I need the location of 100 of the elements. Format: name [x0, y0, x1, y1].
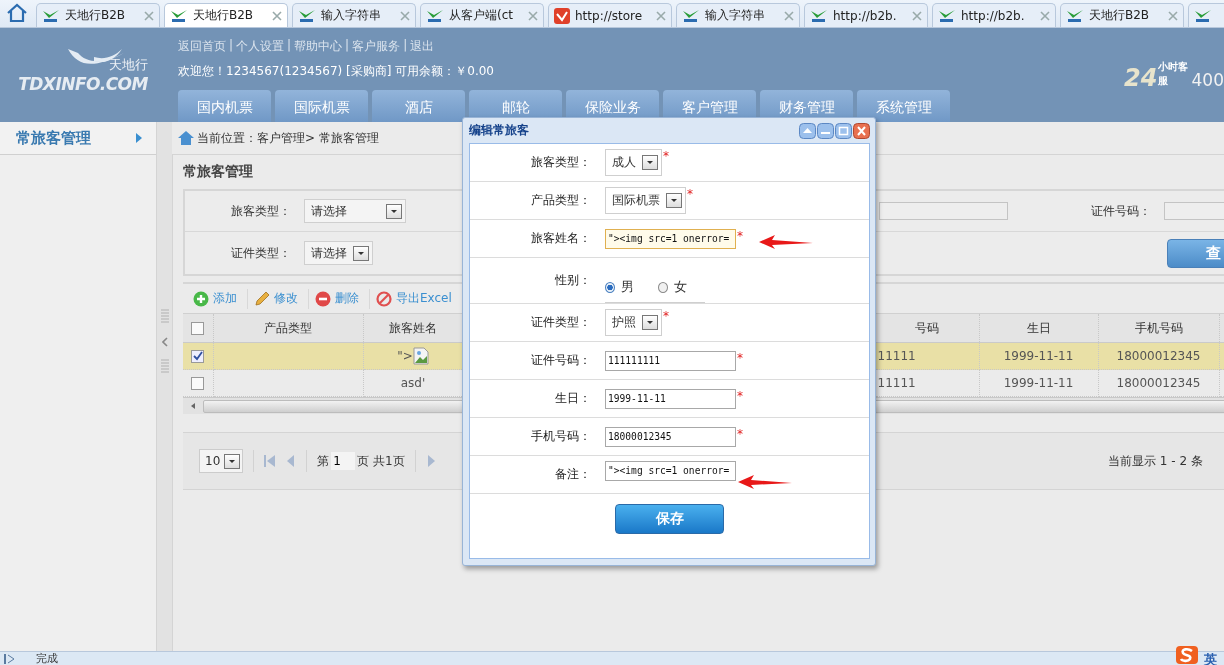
field-label: 旅客类型： — [530, 154, 592, 171]
browser-tab[interactable]: 天地行B2B — [36, 3, 160, 27]
field-label: 证件号码： — [1090, 202, 1152, 220]
select-field[interactable]: 护照 — [605, 309, 662, 336]
scroll-left-icon[interactable] — [189, 402, 197, 410]
table-cell: 1999-11-11 — [979, 369, 1098, 397]
hotline-mark: 24 — [1124, 66, 1158, 90]
close-icon[interactable] — [853, 122, 870, 139]
first-page-icon[interactable] — [264, 454, 277, 468]
link-separator: | — [287, 38, 292, 54]
passenger-type-select[interactable]: 请选择 — [304, 199, 406, 223]
page-size-select[interactable]: 10 — [199, 449, 244, 473]
required-mark: * — [663, 149, 669, 163]
plus-icon — [193, 290, 209, 307]
home-icon — [178, 131, 194, 145]
field-label: 生日： — [554, 390, 592, 407]
input-field[interactable]: "><img src=1 onerror= — [605, 460, 736, 481]
column-header[interactable]: 生日 — [979, 314, 1098, 343]
row-checkbox[interactable] — [191, 350, 205, 363]
sidebar-item-label: 常旅客管理 — [16, 128, 91, 148]
browser-tab[interactable]: 天地行B2B — [1060, 3, 1184, 27]
page-summary: 当前显示 1 - 2 条 — [1108, 452, 1203, 470]
field-label: 手机号码： — [530, 428, 592, 445]
field-label: 产品类型： — [530, 192, 592, 209]
input-field[interactable]: 111111111 — [605, 350, 736, 371]
field-label: 性别： — [554, 272, 592, 289]
page-status-icon — [4, 653, 16, 664]
prohibited-icon — [376, 290, 392, 307]
browser-tab[interactable]: http://store — [548, 3, 672, 27]
grip-icon — [160, 308, 169, 325]
field-label: 备注： — [554, 466, 592, 483]
field-label: 旅客姓名： — [530, 230, 592, 247]
triangle-icon — [136, 133, 142, 143]
column-header[interactable]: 旅客姓名 — [363, 314, 463, 343]
field-label: 证件类型： — [530, 314, 592, 331]
id-number-field[interactable] — [1164, 202, 1224, 220]
home-icon[interactable] — [6, 3, 28, 23]
browser-tab[interactable]: http://b2b. — [932, 3, 1056, 27]
browser-tab[interactable]: http://b2b. — [804, 3, 928, 27]
link-separator: | — [403, 38, 408, 54]
input-field[interactable]: 18000012345 — [605, 426, 736, 447]
maximize-icon[interactable] — [835, 122, 852, 139]
table-cell: asd' — [400, 376, 426, 390]
collapse-icon[interactable] — [161, 336, 168, 347]
field-label: 旅客类型： — [230, 202, 292, 220]
required-mark: * — [737, 388, 743, 403]
required-mark: * — [687, 187, 693, 201]
table-cell: 11111 — [875, 342, 979, 370]
bird-logo-icon — [810, 8, 828, 23]
radio-button[interactable] — [605, 281, 615, 293]
column-header[interactable]: 产品类型 — [213, 314, 363, 343]
link-separator: | — [345, 38, 350, 54]
page-label: 第 — [317, 452, 330, 470]
previous-page-icon[interactable] — [286, 454, 297, 468]
next-page-icon[interactable] — [425, 454, 436, 468]
radio-button[interactable] — [658, 281, 668, 293]
grip-icon — [160, 358, 169, 375]
required-mark: * — [737, 228, 743, 243]
browser-tab[interactable]: 从客户端(ct — [420, 3, 544, 27]
id-type-select[interactable]: 请选择 — [304, 241, 373, 265]
browser-tab[interactable]: 输入字符串 — [292, 3, 416, 27]
radio-label: 男 — [621, 278, 634, 296]
column-header[interactable]: 号码 — [875, 314, 979, 343]
field-label: 证件类型： — [230, 244, 292, 262]
input-method-icon[interactable] — [1176, 646, 1198, 664]
bird-logo-icon — [170, 8, 188, 23]
link-separator: | — [229, 38, 234, 54]
bird-logo-icon — [1194, 8, 1212, 23]
minimize-icon[interactable] — [817, 122, 834, 139]
bird-logo-icon — [298, 8, 316, 23]
required-mark: * — [737, 350, 743, 365]
table-cell: 1999-11-11 — [979, 342, 1098, 370]
page-number-field[interactable]: 1 — [331, 452, 356, 470]
select-all-checkbox[interactable] — [191, 322, 205, 335]
input-field[interactable]: 1999-11-11 — [605, 388, 736, 409]
minus-icon — [315, 290, 331, 307]
table-cell: 18000012345 — [1098, 342, 1219, 370]
input-field[interactable] — [879, 202, 1008, 220]
pencil-icon — [254, 290, 270, 307]
bird-logo-icon — [1066, 8, 1084, 23]
table-cell: 18000012345 — [1098, 369, 1219, 397]
field-label: 证件号码： — [530, 352, 592, 369]
bird-logo-icon — [42, 8, 60, 23]
panel-title: 常旅客管理 — [183, 163, 253, 181]
required-mark: * — [663, 309, 669, 323]
collapse-icon[interactable] — [799, 122, 816, 139]
bird-logo-icon — [682, 8, 700, 23]
row-checkbox[interactable] — [191, 377, 205, 390]
input-field[interactable]: "><img src=1 onerror= — [605, 228, 736, 249]
browser-tab[interactable]: 输入字符串 — [676, 3, 800, 27]
breadcrumb: 当前位置：客户管理> 常旅客管理 — [197, 129, 379, 147]
select-field[interactable]: 国际机票 — [605, 187, 686, 214]
bird-logo-icon — [938, 8, 956, 23]
bird-logo-icon — [426, 8, 444, 23]
column-header[interactable]: 手机号码 — [1098, 314, 1219, 343]
close-icon[interactable] — [272, 10, 282, 21]
table-cell: "> — [397, 348, 413, 363]
select-field[interactable]: 成人 — [605, 149, 662, 176]
logo-name: 天地行 — [109, 56, 148, 74]
browser-tab[interactable]: 天地行B2B — [164, 3, 288, 27]
